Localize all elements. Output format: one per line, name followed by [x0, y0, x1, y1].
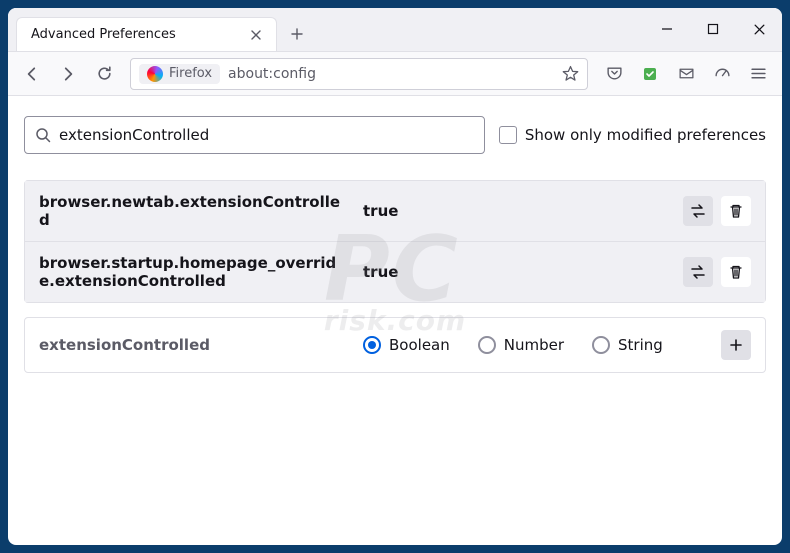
show-modified-checkbox[interactable]: Show only modified preferences — [499, 126, 766, 144]
radio-label: Number — [504, 336, 564, 354]
preference-value: true — [363, 263, 669, 281]
radio-icon — [363, 336, 381, 354]
close-button[interactable] — [736, 8, 782, 51]
add-preference-name: extensionControlled — [39, 336, 349, 354]
delete-button[interactable] — [721, 257, 751, 287]
browser-window: Advanced Preferences — [8, 8, 782, 545]
identity-label: Firefox — [169, 66, 212, 81]
maximize-button[interactable] — [690, 8, 736, 51]
search-input[interactable] — [59, 126, 474, 144]
preference-actions — [683, 196, 751, 226]
tab-title: Advanced Preferences — [31, 27, 176, 42]
toggle-button[interactable] — [683, 257, 713, 287]
navigation-toolbar: Firefox about:config — [8, 52, 782, 96]
browser-tab[interactable]: Advanced Preferences — [16, 17, 277, 51]
preference-actions — [683, 257, 751, 287]
about-config-content: Show only modified preferences browser.n… — [8, 96, 782, 545]
add-button[interactable] — [721, 330, 751, 360]
radio-label: Boolean — [389, 336, 450, 354]
back-button[interactable] — [16, 58, 48, 90]
radio-icon — [592, 336, 610, 354]
close-icon[interactable] — [246, 25, 266, 45]
radio-label: String — [618, 336, 663, 354]
search-row: Show only modified preferences — [24, 116, 766, 154]
window-controls — [644, 8, 782, 51]
mail-button[interactable] — [670, 58, 702, 90]
search-icon — [35, 127, 51, 143]
preference-list: browser.newtab.extensionControlled true … — [24, 180, 766, 303]
menu-button[interactable] — [742, 58, 774, 90]
radio-number[interactable]: Number — [478, 336, 564, 354]
add-preference-row: extensionControlled Boolean Number Strin… — [24, 317, 766, 373]
radio-string[interactable]: String — [592, 336, 663, 354]
url-text: about:config — [228, 66, 554, 82]
reload-button[interactable] — [88, 58, 120, 90]
forward-button[interactable] — [52, 58, 84, 90]
search-box[interactable] — [24, 116, 485, 154]
preference-name: browser.startup.homepage_override.extens… — [39, 254, 349, 290]
dashboard-button[interactable] — [706, 58, 738, 90]
preference-name: browser.newtab.extensionControlled — [39, 193, 349, 229]
pocket-button[interactable] — [598, 58, 630, 90]
radio-boolean[interactable]: Boolean — [363, 336, 450, 354]
toggle-button[interactable] — [683, 196, 713, 226]
type-radio-group: Boolean Number String — [363, 336, 707, 354]
extension-button[interactable] — [634, 58, 666, 90]
minimize-button[interactable] — [644, 8, 690, 51]
preference-row[interactable]: browser.newtab.extensionControlled true — [25, 181, 765, 241]
checkbox-icon — [499, 126, 517, 144]
new-tab-button[interactable] — [283, 20, 311, 48]
radio-icon — [478, 336, 496, 354]
preference-value: true — [363, 202, 669, 220]
checkbox-label: Show only modified preferences — [525, 126, 766, 144]
bookmark-star-icon[interactable] — [562, 65, 579, 82]
url-bar[interactable]: Firefox about:config — [130, 58, 588, 90]
titlebar: Advanced Preferences — [8, 8, 782, 52]
delete-button[interactable] — [721, 196, 751, 226]
firefox-logo-icon — [147, 66, 163, 82]
preference-row[interactable]: browser.startup.homepage_override.extens… — [25, 241, 765, 302]
identity-box[interactable]: Firefox — [139, 64, 220, 84]
